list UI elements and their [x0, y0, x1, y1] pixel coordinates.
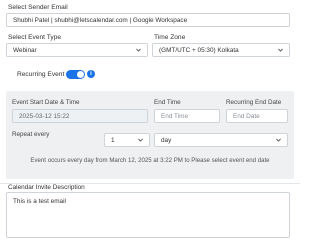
repeat-count-select[interactable]: 1: [104, 133, 150, 147]
recurring-event-toggle[interactable]: [66, 70, 85, 79]
chevron-down-icon: [138, 138, 143, 142]
chevron-down-icon: [136, 48, 141, 52]
recurring-end-date-label: Recurring End Date: [226, 99, 282, 106]
event-type-select[interactable]: Webinar: [6, 43, 148, 57]
chevron-down-icon: [276, 138, 281, 142]
start-datetime-value: 2025-03-12 15:22: [19, 112, 70, 120]
event-type-label: Select Event Type: [8, 34, 62, 41]
info-icon[interactable]: i: [87, 70, 95, 78]
sender-email-label: Select Sender Email: [8, 4, 68, 11]
repeat-every-label: Repeat every: [12, 131, 50, 138]
end-time-field[interactable]: End Time: [154, 109, 220, 123]
end-time-label: End Time: [154, 99, 181, 106]
recurring-event-label: Recurring Event: [17, 71, 65, 78]
repeat-count-value: 1: [111, 136, 115, 144]
recurrence-summary: Event occurs every day from March 12, 20…: [30, 157, 270, 164]
sender-email-value: Shubhi Patel | shubhi@letscalendar.com |…: [13, 16, 188, 24]
description-label: Calendar Invite Description: [8, 184, 85, 191]
description-textarea[interactable]: This is a test email: [6, 192, 290, 238]
repeat-unit-value: day: [161, 136, 172, 144]
recurring-end-date-field[interactable]: End Date: [226, 109, 288, 123]
time-zone-select[interactable]: (GMT/UTC + 05:30) Kolkata: [152, 43, 290, 57]
start-datetime-field[interactable]: 2025-03-12 15:22: [12, 109, 148, 123]
event-type-value: Webinar: [13, 46, 37, 54]
start-datetime-label: Event Start Date & Time: [12, 99, 80, 106]
time-zone-value: (GMT/UTC + 05:30) Kolkata: [159, 46, 239, 54]
chevron-down-icon: [278, 48, 283, 52]
toggle-knob: [77, 71, 84, 78]
recurring-end-date-placeholder: End Date: [233, 112, 260, 120]
end-time-placeholder: End Time: [161, 112, 188, 120]
time-zone-label: Time Zone: [154, 34, 186, 41]
repeat-unit-select[interactable]: day: [154, 133, 288, 147]
sender-email-select[interactable]: Shubhi Patel | shubhi@letscalendar.com |…: [6, 13, 290, 27]
description-value: This is a test email: [13, 198, 66, 205]
